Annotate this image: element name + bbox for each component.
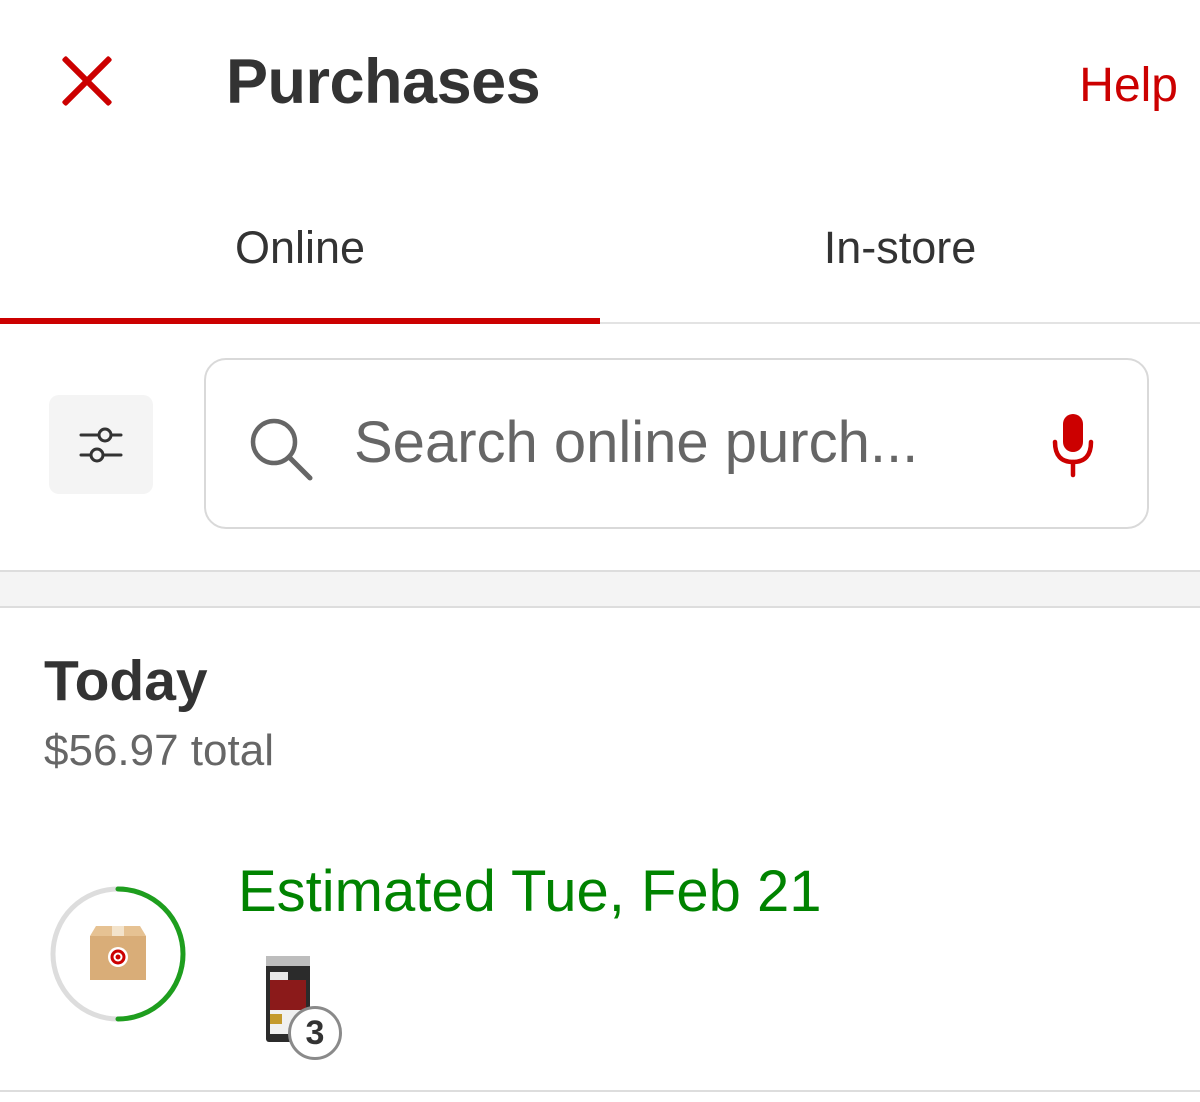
tab-online[interactable]: Online [0, 222, 600, 274]
search-input[interactable] [354, 400, 994, 484]
filter-sliders-icon [79, 427, 123, 463]
active-tab-indicator [0, 318, 600, 324]
order-progress-ring [50, 886, 186, 1022]
package-box-icon [90, 926, 146, 980]
order-group-total: $56.97 total [44, 726, 274, 775]
tab-in-store[interactable]: In-store [600, 222, 1200, 274]
estimated-delivery-date: Estimated Tue, Feb 21 [238, 859, 822, 924]
section-divider [0, 570, 1200, 608]
quantity-badge: 3 [288, 1006, 342, 1060]
close-button[interactable] [58, 52, 116, 110]
page-title: Purchases [226, 47, 541, 117]
help-link[interactable]: Help [1079, 58, 1178, 113]
search-icon [250, 418, 313, 481]
microphone-icon[interactable] [1049, 412, 1097, 478]
purchase-tabs: Online In-store [0, 200, 1200, 324]
order-group-title: Today [44, 649, 208, 713]
order-row[interactable]: Estimated Tue, Feb 21 3 [0, 840, 1200, 1090]
filter-button[interactable] [49, 395, 153, 494]
row-divider [0, 1090, 1200, 1092]
search-box [204, 358, 1149, 529]
top-bar: Purchases Help [0, 0, 1200, 165]
